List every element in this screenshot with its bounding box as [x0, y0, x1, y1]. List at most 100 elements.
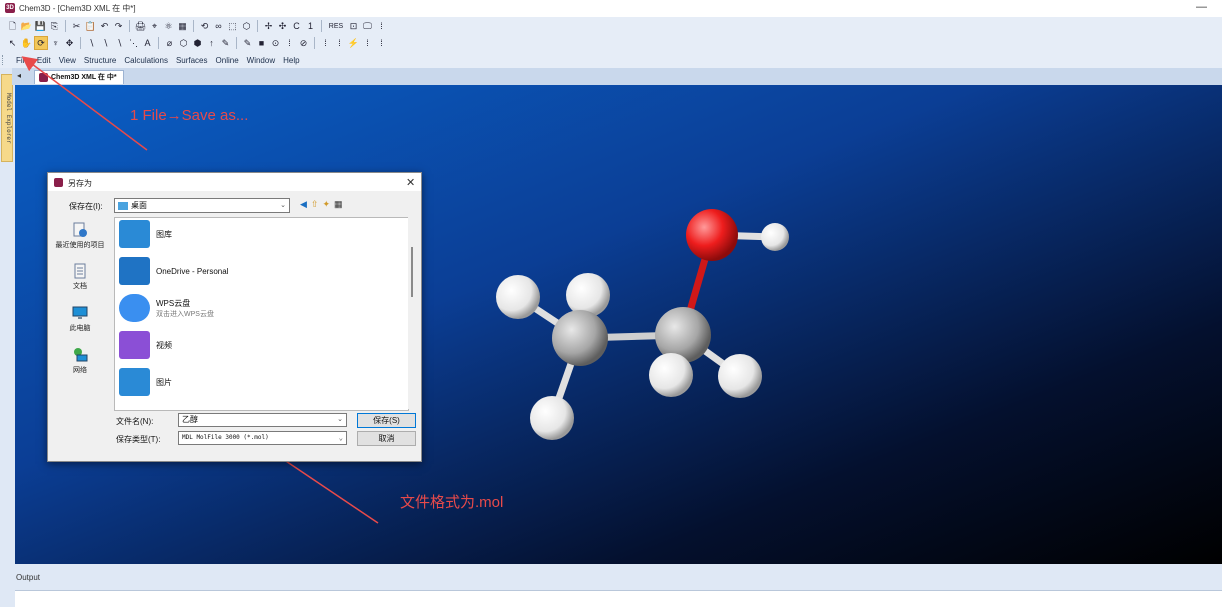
toolbar-separator	[193, 20, 194, 32]
toolbar-button-icon[interactable]: ✂	[70, 20, 83, 33]
toolbar-button-icon[interactable]: ✎	[241, 37, 254, 50]
toolbar-button-icon[interactable]: ↶	[98, 20, 111, 33]
cancel-button[interactable]: 取消	[357, 431, 416, 446]
toolbar-button-icon[interactable]: ⟳	[34, 36, 48, 50]
menu-calculations[interactable]: Calculations	[124, 56, 168, 65]
list-item[interactable]: 图库	[119, 218, 172, 250]
toolbar-button-icon[interactable]: ⁞	[375, 20, 388, 33]
list-item[interactable]: 图片	[119, 366, 172, 398]
toolbar-button-icon[interactable]: ✥	[63, 37, 76, 50]
list-item[interactable]: OneDrive - Personal	[119, 255, 228, 287]
gallery-icon	[119, 220, 150, 248]
toolbar-button-icon[interactable]: ⎘	[48, 20, 61, 33]
toolbar-button-icon[interactable]: C	[290, 20, 303, 33]
toolbar-button-icon[interactable]: ∖	[85, 37, 98, 50]
toolbar-button-icon[interactable]: ▦	[176, 20, 189, 33]
toolbar-button-icon[interactable]: ⬡	[240, 20, 253, 33]
document-tab[interactable]: Chem3D XML 在 中*	[34, 70, 124, 84]
toolbar-button-icon[interactable]: ✎	[219, 37, 232, 50]
annotation-step-2: 文件格式为.mol	[400, 494, 504, 511]
toolbar-button-icon[interactable]: 1	[304, 20, 317, 33]
toolbar-button-icon[interactable]: ⁞	[319, 37, 332, 50]
item-name: 图库	[156, 229, 172, 239]
toolbar-button-icon[interactable]: ∞	[212, 20, 225, 33]
videos-folder-icon	[119, 331, 150, 359]
toolbar-button-icon[interactable]: ⋱	[127, 37, 140, 50]
menu-help[interactable]: Help	[283, 56, 299, 65]
place-this-pc[interactable]: 此电脑	[48, 305, 112, 333]
toolbar-button-icon[interactable]: ⊘	[297, 37, 310, 50]
toolbar-button-icon[interactable]: ⁞	[283, 37, 296, 50]
toolbar-button-icon[interactable]: 🖵	[361, 20, 374, 33]
toolbar-separator	[158, 37, 159, 49]
toolbar-button-icon[interactable]: ↷	[112, 20, 125, 33]
toolbar-button-icon[interactable]: ■	[255, 37, 268, 50]
toolbar-button-icon[interactable]: ⊡	[347, 20, 360, 33]
toolbar-button-icon[interactable]: A	[141, 37, 154, 50]
scrollbar-thumb[interactable]	[411, 247, 413, 297]
desktop-folder-icon	[118, 201, 128, 210]
menu-edit[interactable]: Edit	[37, 56, 51, 65]
toolbar-button-icon[interactable]: ⬚	[226, 20, 239, 33]
item-name: 图片	[156, 377, 172, 387]
toolbar-button-icon[interactable]: ∖	[113, 37, 126, 50]
toolbar-button-icon[interactable]: ⬢	[191, 37, 204, 50]
list-item[interactable]: 视频	[119, 329, 172, 361]
place-recent[interactable]: 最近使用的项目	[48, 222, 112, 250]
filetype-dropdown[interactable]: MDL MolFile 3000 (*.mol) ⌄	[178, 431, 347, 445]
item-name: OneDrive - Personal	[156, 266, 229, 276]
toolbar-button-icon[interactable]: 📂	[20, 20, 33, 33]
toolbar-button-icon[interactable]: ✋	[20, 37, 33, 50]
place-network[interactable]: 网络	[48, 347, 112, 375]
tab-scroll-left-icon[interactable]: ◂	[17, 71, 21, 80]
output-label: Output	[16, 573, 41, 582]
toolbar-button-icon[interactable]: 💾	[34, 20, 47, 33]
toolbar-button-icon[interactable]: ♆	[49, 37, 62, 50]
documents-icon	[74, 263, 86, 279]
filetype-label: 保存类型(T):	[116, 435, 161, 444]
minimize-button[interactable]: —	[1196, 1, 1207, 13]
save-button[interactable]: 保存(S)	[357, 413, 416, 428]
dialog-close-button[interactable]: ✕	[406, 176, 415, 189]
model-explorer-tab[interactable]: Model Explorer	[1, 74, 13, 162]
toolbar-button-icon[interactable]: ⟲	[198, 20, 211, 33]
toolbar-button-icon[interactable]: 📋	[84, 20, 97, 33]
toolbar-button-icon[interactable]: ⌀	[163, 37, 176, 50]
toolbar-button-icon[interactable]: ✢	[262, 20, 275, 33]
toolbar-button-icon[interactable]: ✣	[276, 20, 289, 33]
onedrive-icon	[119, 257, 150, 285]
up-folder-icon[interactable]: ⇧	[311, 199, 319, 210]
toolbar-button-icon[interactable]: ∖	[99, 37, 112, 50]
place-documents[interactable]: 文档	[48, 263, 112, 291]
toolbar-button-icon[interactable]: ⁞	[361, 37, 374, 50]
save-as-dialog: 另存为 ✕ 保存在(I): 桌面 ⌄ ◀ ⇧ ✦ ▦ 最近使用的项目 文档 此电…	[47, 172, 422, 462]
menu-structure[interactable]: Structure	[84, 56, 116, 65]
filename-input[interactable]: 乙醇 ⌄	[178, 413, 347, 427]
file-list: 图库 OneDrive - Personal WPS云盘 双击进入WPS云盘 视…	[114, 217, 409, 411]
toolbar-button-icon[interactable]: 🗋	[6, 20, 19, 33]
toolbar-button-icon[interactable]: ⚡	[347, 37, 360, 50]
view-menu-icon[interactable]: ▦	[334, 199, 343, 210]
toolbar-button-icon[interactable]: ↖	[6, 37, 19, 50]
toolbar-button-icon[interactable]: ⚛	[162, 20, 175, 33]
toolbar-button-icon[interactable]: ⁞	[375, 37, 388, 50]
recent-items-icon	[73, 222, 87, 237]
toolbar-button-icon[interactable]: ⁞	[333, 37, 346, 50]
back-icon[interactable]: ◀	[300, 199, 307, 210]
menu-surfaces[interactable]: Surfaces	[176, 56, 208, 65]
new-folder-icon[interactable]: ✦	[322, 199, 330, 210]
toolbar-button-icon[interactable]: ↑	[205, 37, 218, 50]
save-in-dropdown[interactable]: 桌面 ⌄	[114, 198, 290, 213]
toolbar-button-icon[interactable]: RES	[326, 20, 346, 33]
menu-window[interactable]: Window	[247, 56, 275, 65]
toolbar-button-icon[interactable]: ⬡	[177, 37, 190, 50]
menu-view[interactable]: View	[59, 56, 76, 65]
toolbar-button-icon[interactable]: ⌖	[148, 20, 161, 33]
toolbar-button-icon[interactable]: ⊙	[269, 37, 282, 50]
file-list-scrollbar[interactable]	[408, 217, 418, 409]
menu-file[interactable]: File	[16, 56, 29, 65]
list-item[interactable]: WPS云盘 双击进入WPS云盘	[119, 292, 214, 324]
menu-online[interactable]: Online	[216, 56, 239, 65]
output-panel[interactable]	[15, 590, 1222, 607]
toolbar-button-icon[interactable]: 🖨	[134, 20, 147, 33]
